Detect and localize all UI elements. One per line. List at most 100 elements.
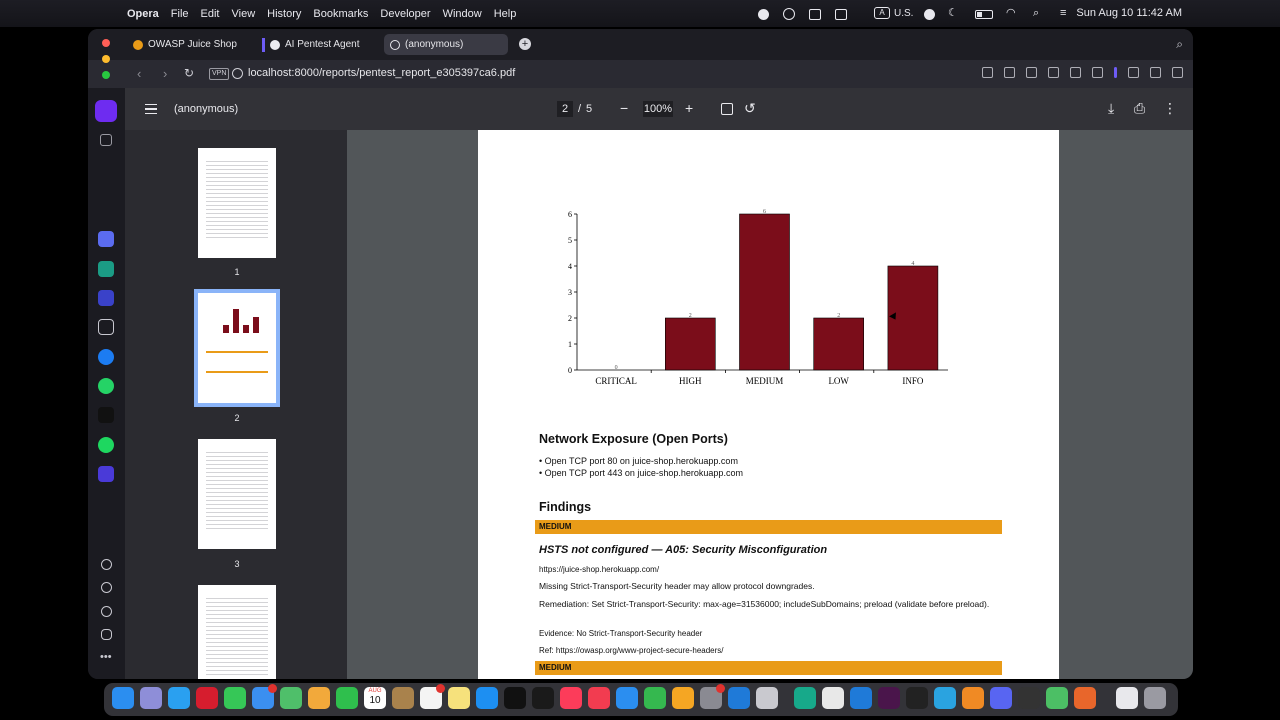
numbers-icon[interactable] [644, 687, 666, 709]
cs-icon[interactable] [98, 290, 114, 306]
star-icon[interactable] [100, 134, 112, 146]
messenger-icon[interactable] [98, 349, 114, 365]
spotify-icon[interactable] [98, 437, 114, 453]
fit-page-icon[interactable] [721, 103, 733, 115]
menu-bookmarks[interactable]: Bookmarks [313, 8, 368, 20]
freeform-icon[interactable] [504, 687, 526, 709]
thumbnail-page-4[interactable] [198, 585, 276, 679]
app-store-icon[interactable] [476, 687, 498, 709]
forward-button[interactable]: › [163, 66, 167, 81]
home-icon[interactable] [95, 100, 117, 122]
zoom-in-button[interactable]: + [685, 100, 693, 116]
shield-icon[interactable] [1026, 67, 1037, 78]
slack-icon[interactable] [878, 687, 900, 709]
discord-icon[interactable] [990, 687, 1012, 709]
chatgpt-app-icon[interactable] [1046, 687, 1068, 709]
aria-icon[interactable] [98, 231, 114, 247]
spotlight-search-icon[interactable]: ⌕ [1033, 8, 1047, 20]
play-icon[interactable] [924, 8, 935, 20]
reminders-icon[interactable] [420, 684, 445, 709]
telegram-icon[interactable] [934, 687, 956, 709]
tiktok-icon[interactable] [98, 407, 114, 423]
news-icon[interactable] [588, 687, 610, 709]
music-icon[interactable] [560, 687, 582, 709]
menu-app-name[interactable]: Opera [127, 8, 159, 20]
zoom-out-button[interactable]: − [620, 100, 628, 116]
history-icon[interactable] [101, 582, 112, 593]
window-icon[interactable] [835, 8, 847, 20]
input-source-icon[interactable]: A [874, 7, 890, 19]
heart-icon[interactable] [1070, 67, 1081, 78]
pages-icon[interactable] [672, 687, 694, 709]
system-settings-icon[interactable] [700, 684, 725, 709]
flow-icon[interactable] [1048, 67, 1059, 78]
menu-window[interactable]: Window [443, 8, 482, 20]
menu-view[interactable]: View [232, 8, 256, 20]
snapshot-icon[interactable] [1004, 67, 1015, 78]
postman-icon[interactable] [962, 687, 984, 709]
back-button[interactable]: ‹ [137, 66, 141, 81]
opera-icon[interactable] [196, 687, 218, 709]
status-ring-icon[interactable] [783, 8, 795, 20]
photos-icon[interactable] [308, 687, 330, 709]
search-tabs-icon[interactable]: ⌕ [1176, 37, 1183, 52]
control-center-icon[interactable]: ≡ [1060, 8, 1074, 20]
clipboard-icon[interactable] [98, 319, 114, 335]
profile-icon[interactable] [1150, 67, 1161, 78]
battery-icon[interactable] [975, 9, 993, 19]
player-icon[interactable] [98, 466, 114, 482]
download-icon[interactable]: ⤓ [1108, 100, 1114, 116]
chatgpt-icon[interactable] [98, 261, 114, 277]
close-window-button[interactable] [102, 39, 110, 47]
menu-edit[interactable]: Edit [201, 8, 220, 20]
tab-juice-shop[interactable]: OWASP Juice Shop [127, 34, 245, 55]
safari-icon[interactable] [168, 687, 190, 709]
vscode-icon[interactable] [728, 687, 750, 709]
thumbnail-page-1[interactable] [198, 148, 276, 258]
record-icon[interactable] [758, 8, 769, 20]
screen-share-icon[interactable] [809, 8, 821, 20]
moon-icon[interactable]: ☾ [948, 8, 962, 20]
tab-anonymous[interactable]: (anonymous) [384, 34, 508, 55]
minimize-window-button[interactable] [102, 55, 110, 63]
vpn-badge[interactable]: VPN [209, 68, 230, 80]
menu-history[interactable]: History [267, 8, 301, 20]
url-field[interactable]: localhost:8000/reports/pentest_report_e3… [248, 67, 515, 79]
wifi-icon[interactable]: ◠ [1006, 8, 1020, 20]
menu-hamburger-icon[interactable] [145, 104, 157, 114]
chrome-icon[interactable] [822, 687, 844, 709]
firefox-icon[interactable] [1074, 687, 1096, 709]
thumbnail-page-3[interactable] [198, 439, 276, 549]
keynote-icon[interactable] [616, 687, 638, 709]
notes-icon[interactable] [448, 687, 470, 709]
mail-icon[interactable] [252, 684, 277, 709]
cube-icon[interactable] [1172, 67, 1183, 78]
calendar-icon[interactable]: AUG 10 [364, 687, 386, 709]
heart-icon[interactable] [101, 559, 112, 570]
launchpad-icon[interactable] [140, 687, 162, 709]
site-info-icon[interactable] [232, 68, 243, 79]
edit-icon[interactable] [982, 67, 993, 78]
clock[interactable]: Sun Aug 10 11:42 AM [1076, 0, 1182, 27]
menu-developer[interactable]: Developer [380, 8, 430, 20]
input-region-label[interactable]: U.S. [894, 8, 913, 19]
more-options-icon[interactable]: ⋮ [1163, 100, 1177, 116]
apple-tv-icon[interactable] [532, 687, 554, 709]
contacts-icon[interactable] [392, 687, 414, 709]
rotate-icon[interactable]: ↺ [744, 100, 756, 116]
messages-icon[interactable] [224, 687, 246, 709]
pycharm-icon[interactable] [794, 687, 816, 709]
tab-ai-pentest-agent[interactable]: AI Pentest Agent [256, 34, 374, 55]
facetime-icon[interactable] [336, 687, 358, 709]
maximize-window-button[interactable] [102, 71, 110, 79]
print-icon[interactable]: ⎙ [1134, 100, 1145, 116]
thumbnail-page-2[interactable] [194, 289, 280, 407]
menu-help[interactable]: Help [494, 8, 517, 20]
settings-gear-icon[interactable] [101, 606, 112, 617]
zoom-level[interactable]: 100% [643, 101, 673, 117]
preview-icon[interactable] [756, 687, 778, 709]
docker-icon[interactable] [1018, 687, 1040, 709]
reload-button[interactable]: ↻ [184, 66, 194, 80]
new-tab-button[interactable]: + [519, 38, 531, 50]
easy-setup-icon[interactable] [1128, 67, 1139, 78]
